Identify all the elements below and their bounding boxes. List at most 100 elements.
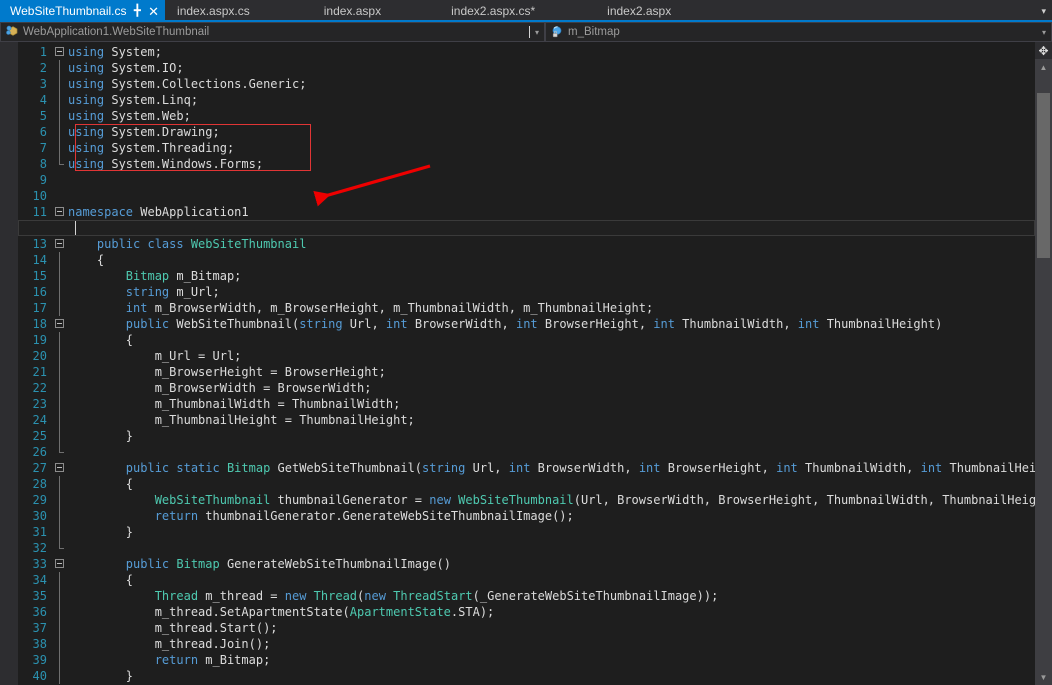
code-line[interactable]: 39 return m_Bitmap; [18,652,1035,668]
fold-toggle-icon[interactable] [52,556,68,572]
line-number: 35 [32,589,47,603]
code-line[interactable]: 7 using System.Threading; [18,140,1035,156]
line-number: 29 [32,493,47,507]
vertical-scrollbar-thumb[interactable] [1037,93,1050,258]
code-line-text: m_ThumbnailWidth = ThumbnailWidth; [68,396,1035,412]
fold-guide-line [59,620,60,636]
code-line[interactable]: 5 using System.Web; [18,108,1035,124]
code-line-text: using System.Drawing; [68,124,1035,140]
code-token: BrowserWidth, [530,461,639,475]
tab-index2-aspx-cs[interactable]: index2.aspx.cs* [441,0,545,22]
code-line[interactable]: 29 WebSiteThumbnail thumbnailGenerator =… [18,492,1035,508]
code-line[interactable]: 30 return thumbnailGenerator.GenerateWeb… [18,508,1035,524]
tab-index-aspx-cs[interactable]: index.aspx.cs [167,0,260,22]
code-line[interactable]: 21 m_BrowserHeight = BrowserHeight; [18,364,1035,380]
tab-index2-aspx[interactable]: index2.aspx [597,0,681,22]
type-dropdown[interactable]: WebApplication1.WebSiteThumbnail ▾ [0,22,545,42]
code-line[interactable]: 20 m_Url = Url; [18,348,1035,364]
code-line[interactable]: 36 m_thread.SetApartmentState(ApartmentS… [18,604,1035,620]
code-token: System.Linq; [104,93,199,107]
code-line[interactable]: 14 { [18,252,1035,268]
code-line[interactable]: 37 m_thread.Start(); [18,620,1035,636]
code-line[interactable]: 35 Thread m_thread = new Thread(new Thre… [18,588,1035,604]
code-line[interactable]: 27 public static Bitmap GetWebSiteThumbn… [18,460,1035,476]
line-number: 8 [39,157,47,171]
code-line[interactable]: 15 Bitmap m_Bitmap; [18,268,1035,284]
chevron-down-icon[interactable]: ▾ [1041,0,1046,22]
code-line[interactable]: 11 namespace WebApplication1 [18,204,1035,220]
code-line[interactable]: 19 { [18,332,1035,348]
code-token: System.Collections.Generic; [104,77,307,91]
code-line[interactable]: 33 public Bitmap GenerateWebSiteThumbnai… [18,556,1035,572]
code-line-text: m_thread.Join(); [68,636,1035,652]
code-line[interactable]: 22 m_BrowserWidth = BrowserWidth; [18,380,1035,396]
tab-websitethumbnail-cs[interactable]: WebSiteThumbnail.cs ╋ ✕ [0,0,166,22]
code-line[interactable]: 10 [18,188,1035,204]
code-token: } [68,669,134,683]
code-token: string [299,317,343,331]
scroll-down-button[interactable]: ▼ [1035,669,1052,685]
fold-toggle-icon[interactable] [52,460,68,476]
member-dropdown[interactable]: m_Bitmap ▾ [545,22,1052,42]
code-line[interactable]: 17 int m_BrowserWidth, m_BrowserHeight, … [18,300,1035,316]
fold-toggle-icon[interactable] [52,236,68,252]
fold-guide [52,348,68,364]
code-line[interactable]: 40 } [18,668,1035,684]
chevron-down-icon[interactable]: ▾ [1037,28,1051,37]
fold-guide-line [59,668,60,684]
code-line[interactable]: 32 [18,540,1035,556]
code-line[interactable]: 13 public class WebSiteThumbnail [18,236,1035,252]
fold-toggle-icon[interactable] [52,204,68,220]
line-number: 14 [32,253,47,267]
code-token: using [68,77,105,91]
code-line[interactable]: 8 using System.Windows.Forms; [18,156,1035,172]
code-token: using [68,93,105,107]
line-number: 26 [32,445,47,459]
fold-guide-line [59,572,60,588]
code-line[interactable]: 3 using System.Collections.Generic; [18,76,1035,92]
code-line[interactable]: 16 string m_Url; [18,284,1035,300]
scroll-up-button[interactable]: ▲ [1035,59,1052,75]
code-token: WebSiteThumbnail [458,493,574,507]
code-line-text: m_BrowserHeight = BrowserHeight; [68,364,1035,380]
code-line[interactable]: 4 using System.Linq; [18,92,1035,108]
tab-index-aspx[interactable]: index.aspx [314,0,391,22]
code-line[interactable]: 34 { [18,572,1035,588]
code-line[interactable]: 2 using System.IO; [18,60,1035,76]
line-number: 21 [32,365,47,379]
code-token: public [125,557,177,571]
code-line[interactable]: 18 public WebSiteThumbnail(string Url, i… [18,316,1035,332]
fold-guide [52,652,68,668]
split-window-icon[interactable]: ✥ [1035,42,1052,59]
code-token: m_ThumbnailHeight = ThumbnailHeight; [68,413,415,427]
code-line[interactable]: 6 using System.Drawing; [18,124,1035,140]
code-token: int [125,301,148,315]
fold-guide-line [59,140,60,156]
fold-toggle-icon[interactable] [52,44,68,60]
code-token: using [68,141,105,155]
code-line[interactable]: 26 [18,444,1035,460]
chevron-down-icon[interactable]: ▾ [530,28,544,37]
code-line[interactable]: 12 { [18,220,1035,236]
code-line[interactable]: 23 m_ThumbnailWidth = ThumbnailWidth; [18,396,1035,412]
split-window-glyph: ✥ [1038,43,1049,58]
code-line[interactable]: 38 m_thread.Join(); [18,636,1035,652]
fold-guide [52,76,68,92]
code-text-area[interactable]: 1 using System; 2 using System.IO; 3 using Sy… [18,42,1035,685]
close-icon[interactable]: ✕ [148,5,159,18]
fold-guide [52,60,68,76]
code-token: public [125,317,177,331]
code-token: { [68,477,134,491]
code-line[interactable]: 25 } [18,428,1035,444]
line-number: 6 [39,125,47,139]
code-line[interactable]: 1 using System; [18,44,1035,60]
fold-guide [52,172,68,188]
code-line[interactable]: 28 { [18,476,1035,492]
code-line[interactable]: 9 [18,172,1035,188]
vertical-scrollbar[interactable]: ✥ ▲ ▼ [1035,42,1052,685]
pin-icon[interactable]: ╋ [133,5,140,17]
code-line[interactable]: 24 m_ThumbnailHeight = ThumbnailHeight; [18,412,1035,428]
code-line[interactable]: 31 } [18,524,1035,540]
code-token: m_Url; [169,285,220,299]
fold-toggle-icon[interactable] [52,316,68,332]
